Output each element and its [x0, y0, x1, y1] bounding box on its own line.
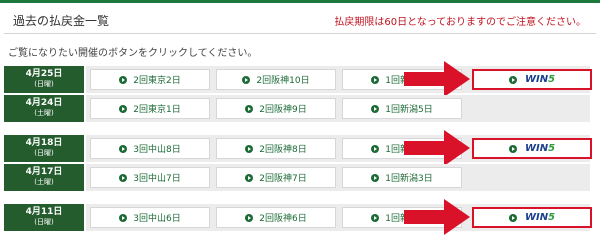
venue-button-label: 2回阪神6日: [259, 214, 307, 224]
arrow-circle-icon: [119, 75, 128, 84]
venue-payout-button[interactable]: 2回東京2日: [90, 69, 210, 90]
arrow-circle-icon: [508, 213, 517, 222]
page-header: 過去の払戻金一覧 払戻期限は60日となっておりますのでご注意ください。: [4, 3, 596, 34]
venue-payout-button[interactable]: 2回阪神7日: [216, 167, 336, 188]
arrow-circle-icon: [245, 104, 254, 113]
race-date: 4月11日: [25, 207, 63, 217]
refund-deadline-notice: 払戻期限は60日となっておりますのでご注意ください。: [334, 17, 586, 28]
arrow-circle-icon: [119, 173, 128, 182]
arrow-circle-icon: [119, 213, 128, 222]
win5-logo-icon: WIN5: [524, 212, 556, 223]
venue-button-label: 2回阪神8日: [259, 145, 307, 155]
arrow-circle-icon: [242, 75, 251, 84]
arrow-circle-icon: [508, 75, 517, 84]
arrow-circle-icon: [119, 144, 128, 153]
venue-payout-button[interactable]: 2回阪神8日: [216, 138, 336, 159]
race-day-row: 4月18日(日曜)3回中山8日2回阪神8日1回新潟4日WIN5: [4, 130, 596, 166]
venue-payout-button[interactable]: 2回阪神6日: [216, 207, 336, 228]
race-day-row: 4月11日(日曜)3回中山6日2回阪神6日1回新潟2日WIN5: [4, 199, 596, 235]
race-date-cell: 4月25日 (日曜): [4, 66, 84, 93]
venue-payout-button[interactable]: 3回中山6日: [90, 207, 210, 228]
venue-payout-button[interactable]: 3回中山7日: [90, 167, 210, 188]
race-day-row: 4月24日 (土曜) 2回東京1日 2回阪神9日 1回新潟5日: [4, 95, 596, 122]
arrow-circle-icon: [245, 173, 254, 182]
venue-payout-button[interactable]: 2回阪神9日: [216, 98, 336, 119]
arrow-circle-icon: [508, 144, 517, 153]
race-date-cell: 4月17日 (土曜): [4, 164, 84, 191]
arrow-circle-icon: [371, 144, 380, 153]
win5-logo-icon: WIN5: [524, 143, 556, 154]
page-title: 過去の払戻金一覧: [13, 14, 110, 28]
red-arrow-icon: [404, 199, 470, 235]
red-arrow-icon: [404, 61, 470, 97]
arrow-circle-icon: [245, 213, 254, 222]
arrow-circle-icon: [371, 173, 380, 182]
instruction-text: ご覧になりたい開催のボタンをクリックしてください。: [8, 48, 258, 59]
venue-button-label: 3回中山7日: [133, 174, 181, 184]
venue-button-label: 1回新潟3日: [385, 174, 433, 184]
red-arrow-icon: [404, 130, 470, 166]
race-date-cell: 4月11日 (日曜): [4, 204, 84, 231]
venue-button-label: 2回阪神9日: [259, 105, 307, 115]
win5-payout-button[interactable]: WIN5: [472, 207, 592, 228]
venue-button-label: 2回東京2日: [133, 76, 181, 86]
arrow-circle-icon: [371, 75, 380, 84]
arrow-circle-icon: [245, 144, 254, 153]
venue-payout-button[interactable]: 2回阪神10日: [216, 69, 336, 90]
venue-payout-button[interactable]: 1回新潟3日: [342, 167, 462, 188]
venue-payout-button[interactable]: 2回東京1日: [90, 98, 210, 119]
race-date: 4月24日: [25, 98, 63, 108]
arrow-circle-icon: [371, 213, 380, 222]
venue-payout-button[interactable]: 3回中山8日: [90, 138, 210, 159]
win5-logo-icon: WIN5: [524, 74, 556, 85]
arrow-circle-icon: [119, 104, 128, 113]
race-weekday: (日曜): [34, 218, 54, 226]
race-weekday: (土曜): [34, 178, 54, 186]
race-day-row: 4月25日(日曜)2回東京2日2回阪神10日1回新潟6日WIN5: [4, 61, 596, 97]
race-weekday: (日曜): [34, 149, 54, 157]
venue-button-label: 2回阪神10日: [256, 76, 310, 86]
win5-payout-button[interactable]: WIN5: [472, 69, 592, 90]
race-date: 4月25日: [25, 69, 63, 79]
race-weekday: (土曜): [34, 109, 54, 117]
race-date-cell: 4月24日 (土曜): [4, 95, 84, 122]
venue-payout-button[interactable]: 1回新潟5日: [342, 98, 462, 119]
race-date-cell: 4月18日 (日曜): [4, 135, 84, 162]
race-day-row: 4月17日 (土曜) 3回中山7日 2回阪神7日 1回新潟3日: [4, 164, 596, 191]
arrow-circle-icon: [371, 104, 380, 113]
race-date: 4月17日: [25, 167, 63, 177]
race-date: 4月18日: [25, 138, 63, 148]
win5-payout-button[interactable]: WIN5: [472, 138, 592, 159]
venue-button-label: 3回中山6日: [133, 214, 181, 224]
venue-button-label: 1回新潟5日: [385, 105, 433, 115]
venue-button-label: 3回中山8日: [133, 145, 181, 155]
venue-button-label: 2回東京1日: [133, 105, 181, 115]
venue-button-label: 2回阪神7日: [259, 174, 307, 184]
race-weekday: (日曜): [34, 80, 54, 88]
